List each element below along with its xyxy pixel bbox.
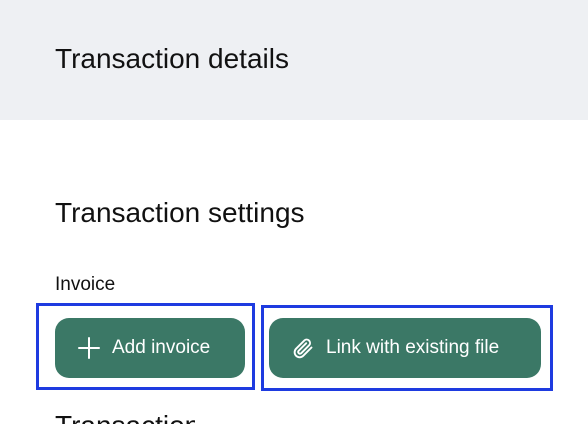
plus-icon <box>77 336 101 360</box>
add-invoice-button[interactable]: Add invoice <box>55 318 245 378</box>
paperclip-icon <box>291 336 315 360</box>
transaction-panel: Transaction details Transaction settings… <box>0 0 588 424</box>
link-existing-file-label: Link with existing file <box>326 337 500 358</box>
add-invoice-label: Add invoice <box>112 337 211 358</box>
section-title: Transaction settings <box>55 197 305 228</box>
next-section-heading-text: Transaction <box>55 409 195 424</box>
link-existing-file-button[interactable]: Link with existing file <box>269 318 541 378</box>
page-title: Transaction details <box>55 43 289 74</box>
invoice-label: Invoice <box>55 274 116 295</box>
next-section-heading: Transaction <box>55 409 195 424</box>
